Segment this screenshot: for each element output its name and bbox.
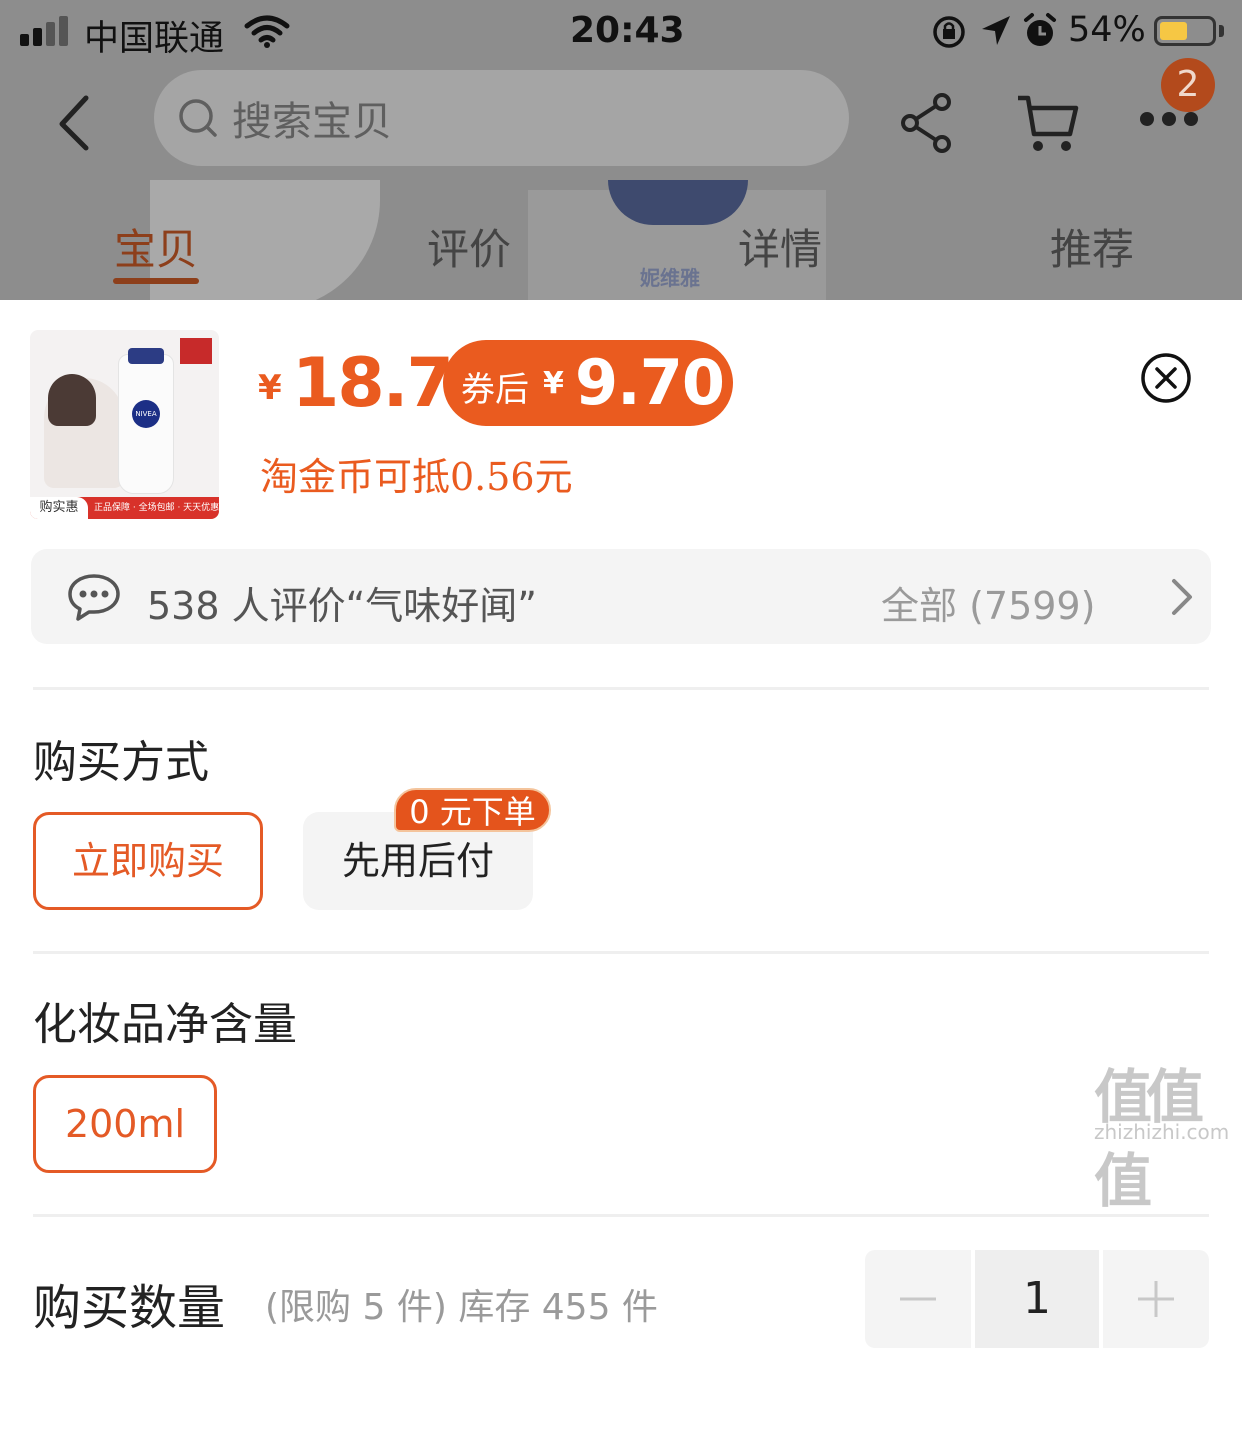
screen: 妮维雅 中国联通 20:43 54% 搜索宝贝 宝贝 评价 详情 推荐 2 NI… [0,0,1242,1449]
message-count-badge: 2 [1161,58,1215,112]
quantity-stepper: 1 [865,1250,1209,1348]
divider [33,1214,1209,1217]
close-icon[interactable] [1140,352,1192,404]
coupon-currency: ¥ [543,366,564,401]
buy-now-option[interactable]: 立即购买 [33,812,263,910]
thumbnail-brand-logo: NIVEA [132,400,160,428]
review-highlight-text: 538 人评价“气味好闻” [147,584,537,628]
price-currency: ¥ [258,368,282,408]
tab-reviews[interactable]: 评价 [427,216,511,277]
all-reviews-link[interactable]: 全部 (7599) [881,575,1095,630]
zero-yuan-order-tag: 0 元下单 [394,788,551,832]
clock-time: 20:43 [570,10,685,51]
thumbnail-footer-text: 正品保障 · 全场包邮 · 天天优惠 [94,503,219,513]
coupon-price-value: 9.70 [575,346,725,419]
chevron-right-icon [1172,579,1192,615]
divider [33,951,1209,954]
volume-option-200ml[interactable]: 200ml [33,1075,217,1173]
taojinbi-deduction-text: 淘金币可抵0.56元 [260,455,573,499]
battery-level-fill [1160,22,1187,40]
rotation-lock-icon [933,16,965,48]
minus-icon [900,1297,936,1301]
location-arrow-icon [982,16,1010,45]
cellular-signal-icon [20,16,72,46]
dimmed-product-page: 妮维雅 中国联通 20:43 54% 搜索宝贝 宝贝 评价 详情 推荐 [0,0,1242,300]
watermark-url: zhizhizhi.com [1094,1120,1230,1144]
increase-quantity-button[interactable] [1103,1250,1209,1348]
cart-icon[interactable] [1016,92,1080,154]
share-icon[interactable] [900,92,954,154]
tab-recommend[interactable]: 推荐 [1050,216,1134,277]
back-icon[interactable] [52,90,102,160]
plus-icon [1138,1281,1174,1317]
tab-baby[interactable]: 宝贝 [114,216,198,277]
alarm-clock-icon [1024,13,1056,46]
decrease-quantity-button[interactable] [865,1250,971,1348]
search-bar[interactable]: 搜索宝贝 [154,70,849,166]
tab-bar: 宝贝 评价 详情 推荐 [0,216,1242,286]
purchase-method-title: 购买方式 [33,737,209,788]
search-placeholder: 搜索宝贝 [232,99,392,145]
thumbnail-award-tag [180,338,212,364]
thumbnail-model-hair [48,374,96,426]
search-icon [179,99,217,137]
quantity-value[interactable]: 1 [975,1250,1099,1348]
price-value: 18.7 [292,344,454,423]
carrier-name: 中国联通 [84,19,225,59]
thumbnail-footer-badge: 购实惠 [30,497,88,519]
sku-selection-sheet: NIVEA 购实惠 正品保障 · 全场包邮 · 天天优惠 ¥ 18.7 券后 ¥… [0,300,1242,1449]
coupon-price-pill: 券后 ¥ 9.70 [443,340,733,426]
review-summary-bar[interactable]: 538 人评价“气味好闻” 全部 (7599) [31,549,1211,644]
quantity-limit-stock-info: (限购 5 件) 库存 455 件 [265,1287,658,1328]
thumbnail-footer-banner: 购实惠 正品保障 · 全场包邮 · 天天优惠 [30,497,219,519]
product-thumbnail[interactable]: NIVEA 购实惠 正品保障 · 全场包邮 · 天天优惠 [30,330,219,519]
net-volume-title: 化妆品净含量 [33,999,297,1050]
battery-percentage: 54% [1068,10,1146,50]
more-icon[interactable] [1140,112,1198,126]
active-tab-indicator [113,278,199,284]
wifi-icon [244,15,290,48]
tab-details[interactable]: 详情 [738,216,822,277]
battery-tip [1219,25,1224,37]
coupon-label: 券后 [461,370,529,410]
quantity-title: 购买数量 [33,1280,226,1336]
thumbnail-bottle-cap [128,348,164,364]
status-bar: 中国联通 20:43 54% [0,0,1242,66]
battery-icon [1154,16,1216,46]
divider [33,687,1209,690]
site-watermark: 值值值 zhizhizhi.com [1094,1050,1236,1215]
comment-bubble-icon [68,574,120,621]
